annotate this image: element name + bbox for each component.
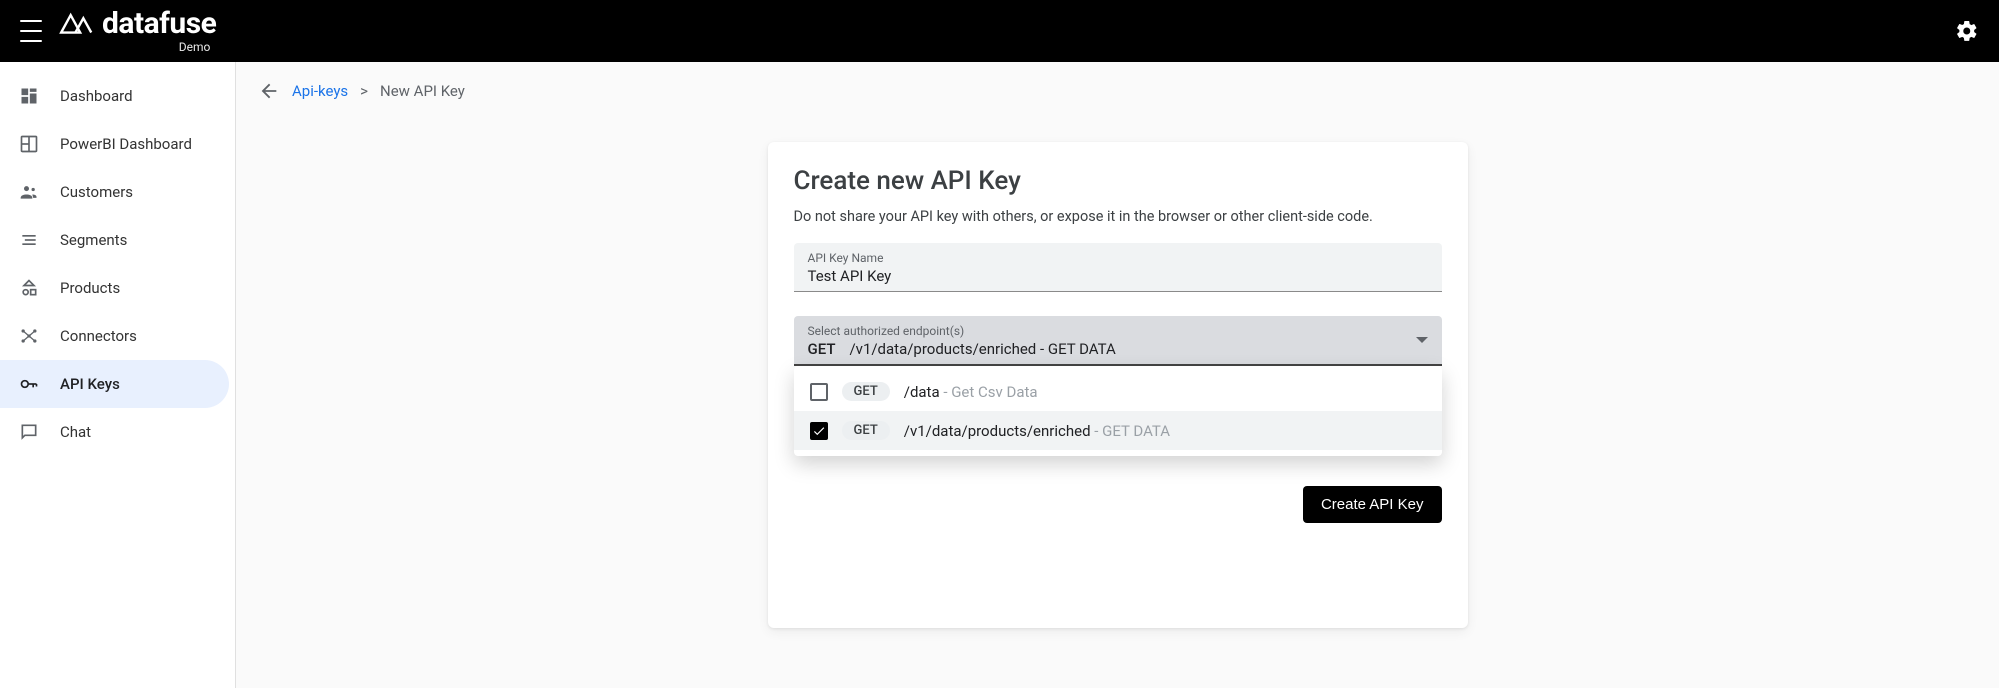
brand-name: datafuse bbox=[102, 9, 216, 39]
endpoint-desc-sep: - bbox=[1091, 422, 1103, 440]
logo[interactable]: datafuse Demo bbox=[58, 9, 216, 53]
dashboard-icon bbox=[18, 85, 40, 107]
sidebar-item-products[interactable]: Products bbox=[0, 264, 229, 312]
endpoint-path: /v1/data/products/enriched bbox=[904, 422, 1091, 440]
products-icon bbox=[18, 277, 40, 299]
endpoint-path: /data bbox=[904, 383, 940, 401]
endpoint-desc-sep: - bbox=[940, 383, 952, 401]
sidebar-item-label: Customers bbox=[60, 183, 133, 201]
sidebar-item-segments[interactable]: Segments bbox=[0, 216, 229, 264]
checkbox-checked-icon[interactable] bbox=[810, 422, 828, 440]
endpoint-desc: GET DATA bbox=[1102, 422, 1170, 440]
method-chip: GET bbox=[842, 382, 890, 401]
endpoint-select-label: Select authorized endpoint(s) bbox=[808, 324, 1428, 338]
chat-icon bbox=[18, 421, 40, 443]
back-arrow-icon[interactable] bbox=[258, 80, 280, 102]
create-api-key-card: Create new API Key Do not share your API… bbox=[768, 142, 1468, 628]
menu-icon[interactable] bbox=[20, 20, 42, 42]
sidebar-item-connectors[interactable]: Connectors bbox=[0, 312, 229, 360]
endpoint-select[interactable]: Select authorized endpoint(s) GET /v1/da… bbox=[794, 316, 1442, 366]
sidebar-item-label: PowerBI Dashboard bbox=[60, 135, 192, 153]
endpoint-desc: Get Csv Data bbox=[951, 383, 1037, 401]
sidebar-item-dashboard[interactable]: Dashboard bbox=[0, 72, 229, 120]
endpoint-selected-method: GET bbox=[808, 340, 836, 358]
breadcrumb-separator: > bbox=[360, 82, 368, 100]
api-key-name-value: Test API Key bbox=[808, 265, 1428, 285]
connectors-icon bbox=[18, 325, 40, 347]
sidebar-item-chat[interactable]: Chat bbox=[0, 408, 229, 456]
chevron-down-icon bbox=[1416, 337, 1428, 343]
sidebar-item-label: Connectors bbox=[60, 327, 137, 345]
sidebar: Dashboard PowerBI Dashboard Customers Se… bbox=[0, 62, 236, 688]
sidebar-item-label: API Keys bbox=[60, 375, 120, 393]
sidebar-item-powerbi[interactable]: PowerBI Dashboard bbox=[0, 120, 229, 168]
endpoint-option[interactable]: GET /v1/data/products/enriched - GET DAT… bbox=[794, 411, 1442, 450]
create-api-key-button[interactable]: Create API Key bbox=[1303, 486, 1442, 523]
sidebar-item-label: Chat bbox=[60, 423, 91, 441]
segments-icon bbox=[18, 229, 40, 251]
sidebar-item-api-keys[interactable]: API Keys bbox=[0, 360, 229, 408]
sidebar-item-label: Segments bbox=[60, 231, 127, 249]
breadcrumb-parent-link[interactable]: Api-keys bbox=[292, 82, 348, 100]
brand-sub: Demo bbox=[179, 41, 211, 53]
logo-mark-icon bbox=[58, 10, 96, 39]
breadcrumb: Api-keys > New API Key bbox=[236, 62, 1999, 102]
people-icon bbox=[18, 181, 40, 203]
api-key-name-label: API Key Name bbox=[808, 251, 1428, 265]
sidebar-item-label: Products bbox=[60, 279, 120, 297]
sidebar-item-label: Dashboard bbox=[60, 87, 133, 105]
sidebar-item-customers[interactable]: Customers bbox=[0, 168, 229, 216]
api-key-name-field[interactable]: API Key Name Test API Key bbox=[794, 243, 1442, 292]
endpoint-option[interactable]: GET /data - Get Csv Data bbox=[794, 372, 1442, 411]
gear-icon[interactable] bbox=[1955, 19, 1979, 43]
breadcrumb-current: New API Key bbox=[380, 82, 465, 100]
page-title: Create new API Key bbox=[794, 166, 1442, 196]
checkbox-unchecked-icon[interactable] bbox=[810, 383, 828, 401]
method-chip: GET bbox=[842, 421, 890, 440]
content-area: Api-keys > New API Key Create new API Ke… bbox=[236, 62, 1999, 688]
app-bar: datafuse Demo bbox=[0, 0, 1999, 62]
layout-icon bbox=[18, 133, 40, 155]
page-subtitle: Do not share your API key with others, o… bbox=[794, 208, 1442, 225]
endpoint-dropdown-menu: GET /data - Get Csv Data GET /v1/dat bbox=[794, 366, 1442, 456]
key-icon bbox=[18, 373, 40, 395]
endpoint-selected-text: /v1/data/products/enriched - GET DATA bbox=[849, 340, 1115, 358]
